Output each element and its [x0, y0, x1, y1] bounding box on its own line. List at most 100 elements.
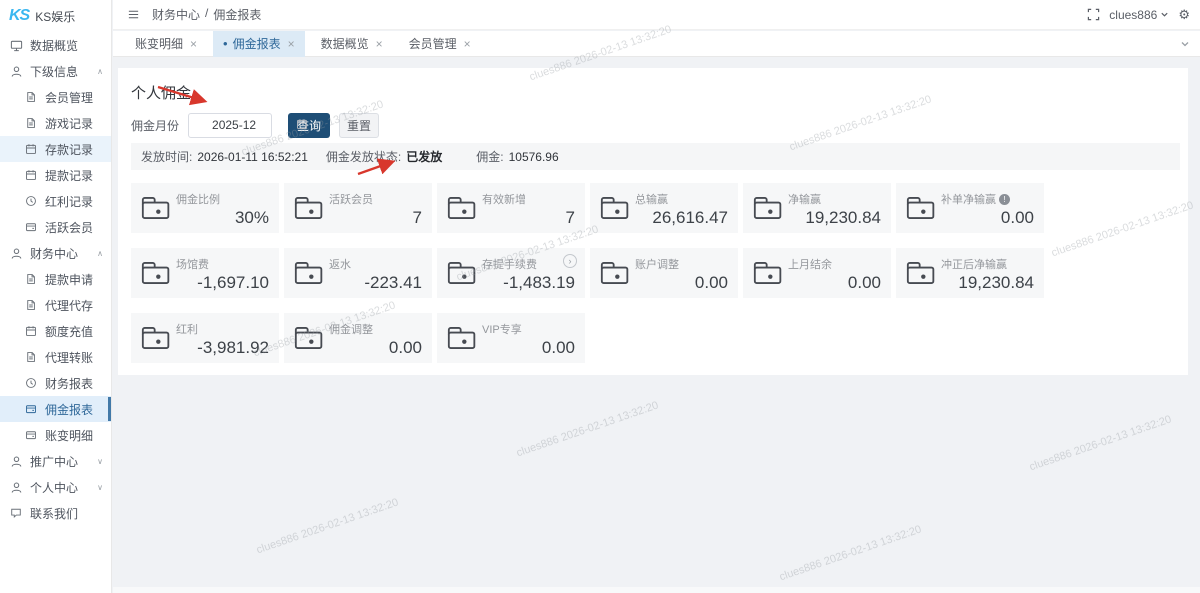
sidebar-item-bonus-records[interactable]: 红利记录 — [0, 188, 111, 214]
stat-card-deposit-fee: 存提手续费-1,483.19› — [437, 248, 585, 298]
user-menu[interactable]: clues886 — [1109, 8, 1169, 22]
stat-card-active-members: 活跃会员 7 — [284, 183, 432, 233]
stat-card-value: 7 — [566, 208, 575, 228]
stat-card-label-wrap: 净输赢 — [788, 191, 821, 207]
watermark-text: clues886 2026-02-13 13:32:20 — [1028, 413, 1173, 473]
search-button[interactable]: 查询 — [288, 113, 330, 138]
tab-data-overview[interactable]: 数据概览× — [311, 31, 393, 57]
user-icon — [10, 454, 24, 468]
sidebar-item-agent-deposit[interactable]: 代理代存 — [0, 292, 111, 318]
fullscreen-icon[interactable] — [1087, 8, 1100, 21]
stat-card-venue-fee: 场馆费-1,697.10 — [131, 248, 279, 298]
folder-icon — [141, 260, 172, 286]
top-navbar: 财务中心 / 佣金报表 clues886 ⚙ — [113, 0, 1200, 30]
sidebar-item-withdraw-records[interactable]: 提款记录 — [0, 162, 111, 188]
stat-card-label-wrap: 活跃会员 — [329, 191, 373, 207]
stat-card-value: 0.00 — [542, 338, 575, 358]
sidebar-item-label: 代理转账 — [45, 349, 93, 366]
stat-card-label: 活跃会员 — [329, 191, 373, 207]
commission-label: 佣金: — [476, 148, 503, 165]
sidebar-item-data-overview[interactable]: 数据概览 — [0, 32, 111, 58]
sidebar-item-finance-report[interactable]: 财务报表 — [0, 370, 111, 396]
tab-label: 账变明细 — [135, 35, 183, 52]
stat-card-valid-new: 有效新增7 — [437, 183, 585, 233]
doc-icon — [25, 350, 39, 364]
app-logo[interactable]: KS KS娱乐 — [0, 0, 111, 32]
stat-card-value: 19,230.84 — [805, 208, 881, 228]
folder-icon — [294, 260, 325, 286]
folder-icon — [294, 325, 325, 351]
stat-card-label-wrap: 冲正后净输赢 — [941, 256, 1007, 272]
expand-icon[interactable]: › — [563, 254, 577, 268]
month-input[interactable] — [188, 113, 272, 138]
sidebar-item-contact-us[interactable]: 联系我们 — [0, 500, 111, 526]
reset-button[interactable]: 重置 — [339, 113, 379, 138]
tab-account-changes[interactable]: 账变明细 × — [125, 31, 207, 57]
watermark-text: clues886 2026-02-13 13:32:20 — [255, 496, 400, 556]
stat-card-label: 账户调整 — [635, 256, 679, 272]
stat-card-label: 上月结余 — [788, 256, 832, 272]
stat-card-label-wrap: 佣金比例 — [176, 191, 220, 207]
stat-card-value: -223.41 — [364, 273, 422, 293]
folder-icon — [753, 195, 784, 221]
sidebar-item-account-changes[interactable]: 账变明细 — [0, 422, 111, 448]
stat-card-value: 30% — [235, 208, 269, 228]
stat-card-corrected-net: 冲正后净输赢19,230.84 — [896, 248, 1044, 298]
tab-member-management[interactable]: 会员管理× — [399, 31, 481, 57]
chevron-down-icon: ∨ — [97, 483, 103, 492]
sidebar-item-promotion-center[interactable]: 推广中心∨ — [0, 448, 111, 474]
stat-card-reorder-net-winloss: 补单净输赢!0.00 — [896, 183, 1044, 233]
sidebar-item-personal-center[interactable]: 个人中心∨ — [0, 474, 111, 500]
filter-row: 佣金月份 查询 重置 — [131, 112, 379, 138]
sidebar-item-label: 数据概览 — [30, 37, 78, 54]
topbar-right-cluster: clues886 ⚙ — [1087, 7, 1190, 23]
sidebar-item-label: 额度充值 — [45, 323, 93, 340]
close-icon[interactable]: × — [190, 37, 197, 51]
user-icon — [10, 480, 24, 494]
info-icon[interactable]: ! — [999, 194, 1010, 205]
sidebar-item-label: 会员管理 — [45, 89, 93, 106]
sidebar-item-finance-center[interactable]: 财务中心∧ — [0, 240, 111, 266]
tab-bar: 账变明细×•佣金报表×数据概览×会员管理× — [113, 31, 1200, 57]
folder-icon — [447, 195, 478, 221]
breadcrumb-section[interactable]: 财务中心 — [152, 6, 200, 23]
stat-card-label: 净输赢 — [788, 191, 821, 207]
sidebar-item-active-members[interactable]: 活跃会员 — [0, 214, 111, 240]
tabbar-chevron-down-icon[interactable] — [1180, 39, 1190, 49]
sidebar-item-sub-info[interactable]: 下级信息∧ — [0, 58, 111, 84]
payout-status-value: 已发放 — [406, 148, 442, 165]
close-icon[interactable]: × — [464, 37, 471, 51]
sidebar-item-game-records[interactable]: 游戏记录 — [0, 110, 111, 136]
sidebar-item-label: 红利记录 — [45, 193, 93, 210]
stat-card-commission-ratio: 佣金比例 30% — [131, 183, 279, 233]
sidebar-item-agent-transfer[interactable]: 代理转账 — [0, 344, 111, 370]
watermark-text: clues886 2026-02-13 13:32:20 — [778, 523, 923, 583]
sidebar-item-label: 代理代存 — [45, 297, 93, 314]
sidebar-item-withdraw-apply[interactable]: 提款申请 — [0, 266, 111, 292]
sidebar-item-member-management[interactable]: 会员管理 — [0, 84, 111, 110]
stat-card-label-wrap: 上月结余 — [788, 256, 832, 272]
commission-value: 10576.96 — [509, 150, 559, 164]
sidebar-item-label: 提款申请 — [45, 271, 93, 288]
menu-collapse-icon[interactable] — [127, 8, 140, 21]
gear-icon[interactable]: ⚙ — [1178, 7, 1190, 23]
stat-card-value: -1,697.10 — [197, 273, 269, 293]
tab-commission-report[interactable]: •佣金报表× — [213, 31, 305, 57]
sidebar-item-label: 活跃会员 — [45, 219, 93, 236]
user-icon — [10, 64, 24, 78]
user-icon — [10, 246, 24, 260]
wallet-icon — [25, 428, 39, 442]
breadcrumb-separator: / — [205, 6, 208, 23]
sidebar-item-quota-topup[interactable]: 额度充值 — [0, 318, 111, 344]
doc-icon — [25, 272, 39, 286]
payout-status-label: 佣金发放状态: — [326, 148, 401, 165]
stat-card-value: -1,483.19 — [503, 273, 575, 293]
stat-card-value: 7 — [413, 208, 422, 228]
close-icon[interactable]: × — [376, 37, 383, 51]
stat-card-commission-adjust: 佣金调整0.00 — [284, 313, 432, 363]
sidebar-item-commission-report[interactable]: 佣金报表 — [0, 396, 111, 422]
close-icon[interactable]: × — [288, 37, 295, 51]
sidebar-item-deposit-records[interactable]: 存款记录 — [0, 136, 111, 162]
month-label: 佣金月份 — [131, 117, 179, 134]
stat-card-value: 0.00 — [389, 338, 422, 358]
